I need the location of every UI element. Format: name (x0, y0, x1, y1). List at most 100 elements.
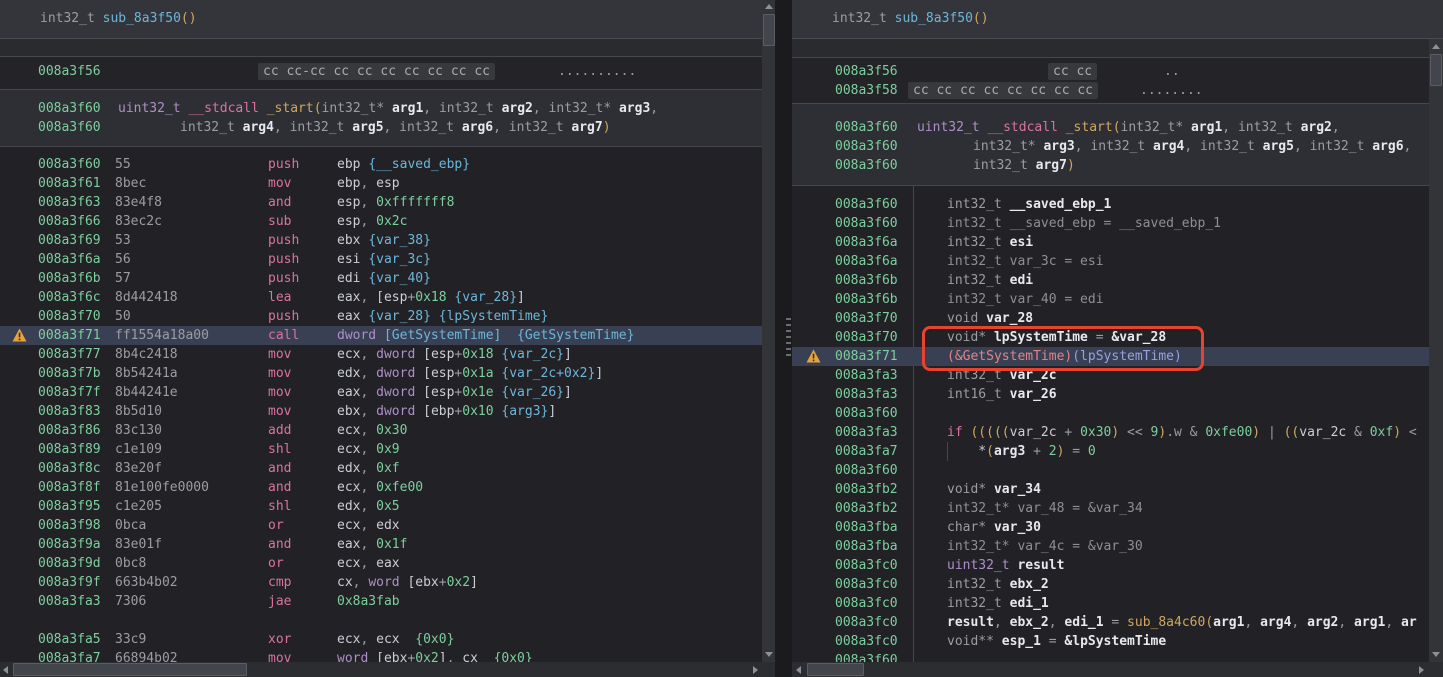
right-vscroll-thumb[interactable] (1430, 54, 1442, 86)
scroll-up-button[interactable] (1429, 40, 1442, 53)
left-gap-band (0, 39, 775, 56)
annotation-red-box (922, 326, 1204, 371)
disasm-row[interactable]: 008a3f6683ec2csubesp, 0x2c (0, 212, 775, 231)
refresh-icon[interactable] (804, 11, 820, 27)
left-hscroll-thumb[interactable] (13, 663, 247, 676)
left-function-title: int32_t sub_8a3f50() (40, 0, 197, 38)
right-pane-decompiler: int32_t sub_8a3f50() 008a3f56cc cc..008a… (792, 0, 1443, 677)
disasm-row[interactable]: 008a3f6c8d442418leaeax, [esp+0x18 {var_2… (0, 288, 775, 307)
scroll-up-button[interactable] (762, 0, 775, 13)
disasm-row[interactable]: 008a3f95c1e205shledx, 0x5 (0, 497, 775, 516)
left-pane-header: int32_t sub_8a3f50() (0, 0, 775, 39)
disasm-row[interactable] (0, 611, 775, 630)
disasm-row[interactable]: 008a3f9f663b4b02cmpcx, word [ebx+0x2] (0, 573, 775, 592)
code-row[interactable]: 008a3f6bint32_t edi (792, 271, 1429, 290)
code-row[interactable]: 008a3fa3int16_t var_26 (792, 385, 1429, 404)
left-hex-band: 008a3f56cc cc-cc cc cc cc cc cc cc cc...… (0, 57, 775, 89)
disasm-row[interactable]: 008a3f8f81e100fe0000andecx, 0xfe00 (0, 478, 775, 497)
disasm-row[interactable]: 008a3f6a56pushesi {var_3c} (0, 250, 775, 269)
code-row[interactable]: 008a3fc0int32_t ebx_2 (792, 575, 1429, 594)
code-row[interactable]: 008a3f6aint32_t esi (792, 233, 1429, 252)
signature-row[interactable]: 008a3f60int32_t arg4, int32_t arg5, int3… (0, 118, 775, 137)
right-function-title: int32_t sub_8a3f50() (832, 0, 989, 38)
left-signature-band: 008a3f60uint32_t __stdcall _start(int32_… (0, 90, 775, 146)
code-row[interactable]: 008a3fbaint32_t* var_4c = &var_30 (792, 537, 1429, 556)
disasm-row[interactable]: 008a3f6383e4f8andesp, 0xfffffff8 (0, 193, 775, 212)
left-arrow-icon (3, 666, 8, 674)
scroll-right-button[interactable] (749, 663, 762, 676)
disasm-row[interactable]: 008a3f980bcaorecx, edx (0, 516, 775, 535)
code-row[interactable]: 008a3fb2void* var_34 (792, 480, 1429, 499)
right-arrow-icon (753, 666, 758, 674)
signature-row[interactable]: 008a3f60int32_t* arg3, int32_t arg4, int… (792, 137, 1429, 156)
scroll-right-button[interactable] (1415, 663, 1428, 676)
up-arrow-icon (1432, 44, 1440, 49)
left-vertical-scrollbar[interactable] (762, 0, 775, 662)
signature-row[interactable]: 008a3f60int32_t arg7) (792, 156, 1429, 175)
hex-row[interactable]: 008a3f56cc cc-cc cc cc cc cc cc cc cc...… (0, 62, 775, 81)
code-row[interactable]: 008a3fc0uint32_t result (792, 556, 1429, 575)
scroll-left-button[interactable] (793, 663, 806, 676)
splitter-grip-icon[interactable] (786, 318, 791, 356)
hex-row[interactable]: 008a3f56cc cc.. (792, 62, 1429, 81)
disasm-row[interactable]: 008a3fa533c9xorecx, ecx {0x0} (0, 630, 775, 649)
scroll-left-button[interactable] (0, 663, 13, 676)
right-gap-band (792, 39, 1429, 57)
right-vertical-scrollbar[interactable] (1429, 39, 1443, 662)
left-arrow-icon (796, 666, 801, 674)
code-row[interactable]: 008a3f6aint32_t var_3c = esi (792, 252, 1429, 271)
scroll-down-button[interactable] (1429, 648, 1442, 661)
code-row[interactable]: 008a3f60 (792, 404, 1429, 423)
disasm-row[interactable]: 008a3f7f8b44241emoveax, dword [esp+0x1e … (0, 383, 775, 402)
code-row[interactable]: 008a3fc0void** esp_1 = &lpSystemTime (792, 632, 1429, 651)
disasm-row[interactable]: 008a3f6953pushebx {var_38} (0, 231, 775, 250)
code-row[interactable]: 008a3fc0result, ebx_2, edi_1 = sub_8a4c6… (792, 613, 1429, 632)
left-horizontal-scrollbar[interactable] (0, 662, 775, 677)
up-arrow-icon (765, 4, 773, 9)
disasm-row[interactable]: 008a3f7050pusheax {var_28} {lpSystemTime… (0, 307, 775, 326)
disasm-row[interactable]: 008a3f778b4c2418movecx, dword [esp+0x18 … (0, 345, 775, 364)
disasm-row[interactable]: 008a3f618becmovebp, esp (0, 174, 775, 193)
signature-row[interactable]: 008a3f60uint32_t __stdcall _start(int32_… (792, 118, 1429, 137)
disasm-row[interactable]: 008a3f89c1e109shlecx, 0x9 (0, 440, 775, 459)
refresh-icon[interactable] (12, 11, 28, 27)
right-hex-band: 008a3f56cc cc..008a3f58cc cc cc cc cc cc… (792, 58, 1429, 103)
down-arrow-icon (765, 652, 773, 657)
code-row[interactable]: 008a3fbachar* var_30 (792, 518, 1429, 537)
disasm-row[interactable]: 008a3fa766894b02movword [ebx+0x2], cx {0… (0, 649, 775, 662)
code-row[interactable]: 008a3fa7 *(arg3 + 2) = 0 (792, 442, 1429, 461)
code-row[interactable]: 008a3f60 (792, 461, 1429, 480)
disasm-row[interactable]: 008a3f8c83e20fandedx, 0xf (0, 459, 775, 478)
scroll-down-button[interactable] (762, 648, 775, 661)
code-row[interactable]: 008a3f60 (792, 651, 1429, 662)
code-row[interactable]: 008a3fb2int32_t* var_48 = &var_34 (792, 499, 1429, 518)
right-arrow-icon (1419, 666, 1424, 674)
disasm-row[interactable]: 008a3f8683c130addecx, 0x30 (0, 421, 775, 440)
code-row[interactable]: 008a3f60int32_t __saved_ebp_1 (792, 195, 1429, 214)
hex-row[interactable]: 008a3f58cc cc cc cc cc cc cc cc........ (792, 81, 1429, 100)
code-row[interactable]: 008a3f60int32_t __saved_ebp = __saved_eb… (792, 214, 1429, 233)
disasm-row[interactable]: 008a3f6b57pushedi {var_40} (0, 269, 775, 288)
code-row[interactable]: 008a3fa3if (((((var_2c + 0x30) << 9).w &… (792, 423, 1429, 442)
binary-analysis-window: int32_t sub_8a3f50() 008a3f56cc cc-cc cc… (0, 0, 1443, 677)
warning-icon (806, 347, 821, 367)
disasm-row[interactable]: 008a3f71ff1554a18a00calldword [GetSystem… (0, 326, 775, 345)
scrollbar-corner (1429, 662, 1443, 677)
right-code-band: 008a3f60int32_t __saved_ebp_1008a3f60int… (792, 186, 1429, 662)
right-hscroll-thumb[interactable] (807, 663, 864, 676)
right-horizontal-scrollbar[interactable] (792, 662, 1429, 677)
disasm-row[interactable]: 008a3f9d0bc8orecx, eax (0, 554, 775, 573)
disasm-row[interactable]: 008a3f7b8b54241amovedx, dword [esp+0x1a … (0, 364, 775, 383)
disasm-row[interactable]: 008a3fa37306jae0x8a3fab (0, 592, 775, 611)
warning-icon (12, 326, 27, 346)
disasm-row[interactable]: 008a3f9a83e01fandeax, 0x1f (0, 535, 775, 554)
disasm-row[interactable]: 008a3f838b5d10movebx, dword [ebp+0x10 {a… (0, 402, 775, 421)
disasm-row[interactable]: 008a3f6055pushebp {__saved_ebp} (0, 155, 775, 174)
signature-row[interactable]: 008a3f60uint32_t __stdcall _start(int32_… (0, 99, 775, 118)
left-disassembly-band: 008a3f6055pushebp {__saved_ebp}008a3f618… (0, 147, 775, 662)
left-vscroll-thumb[interactable] (763, 14, 775, 46)
code-row[interactable]: 008a3fc0int32_t edi_1 (792, 594, 1429, 613)
right-pane-header: int32_t sub_8a3f50() (792, 0, 1443, 39)
left-pane-disassembly: int32_t sub_8a3f50() 008a3f56cc cc-cc cc… (0, 0, 775, 677)
code-row[interactable]: 008a3f6bint32_t var_40 = edi (792, 290, 1429, 309)
